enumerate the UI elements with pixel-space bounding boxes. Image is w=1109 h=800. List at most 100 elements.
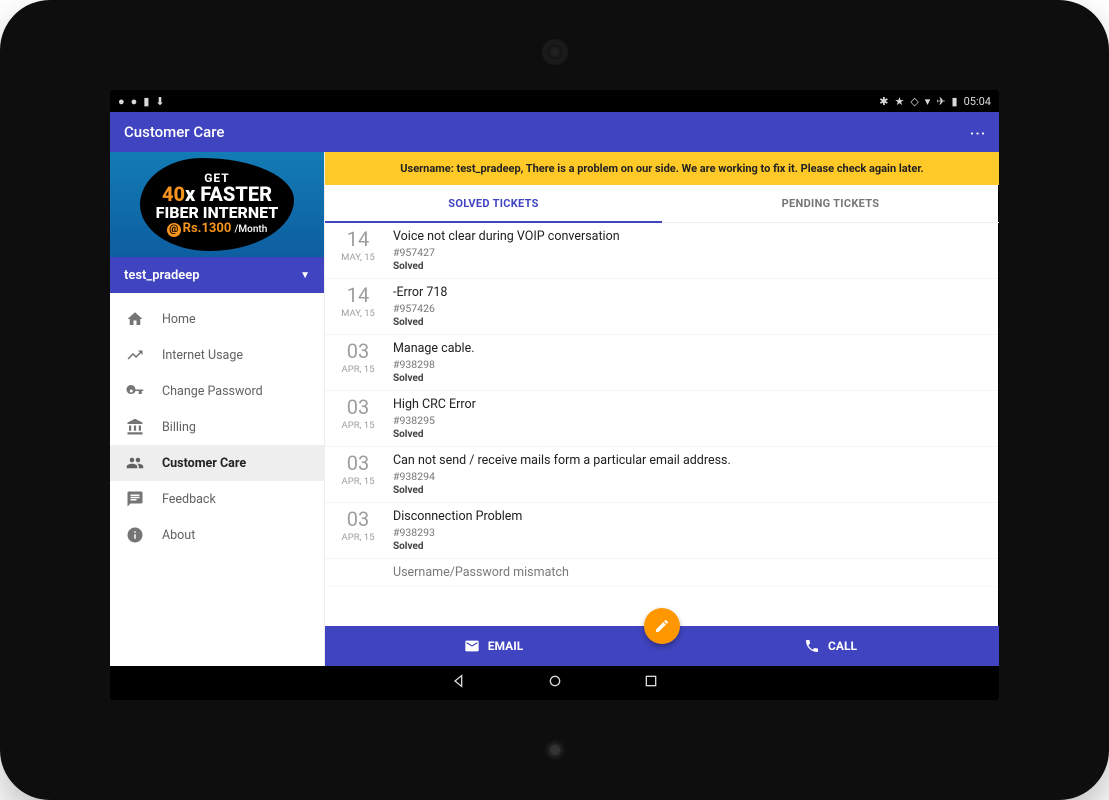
back-icon	[451, 673, 467, 689]
sidebar-item-label: Change Password	[162, 384, 263, 399]
email-button[interactable]: EMAIL	[325, 626, 662, 666]
tablet-frame: ● ● ▮ ⬇ ✱ ★ ◇ ▾ ✈ ▮ 05:04 Customer Care …	[0, 0, 1109, 800]
ticket-status: Solved	[393, 261, 983, 272]
mail-icon	[464, 638, 480, 654]
sidebar-item-internet-usage[interactable]: Internet Usage	[110, 337, 324, 373]
phone-icon	[804, 638, 820, 654]
key-icon	[126, 382, 144, 400]
ticket-status: Solved	[393, 429, 983, 440]
notification-icon: ●	[118, 95, 125, 108]
nav-recent-button[interactable]	[643, 673, 659, 693]
ticket-item[interactable]: Username/Password mismatch	[325, 559, 999, 587]
ticket-id: #938298	[393, 358, 983, 371]
trending-icon	[126, 346, 144, 364]
ticket-date: 03APR, 15	[333, 453, 383, 496]
feedback-icon	[126, 490, 144, 508]
ticket-title: Disconnection Problem	[393, 509, 983, 524]
wifi-icon: ▾	[925, 95, 931, 108]
sidebar-item-label: About	[162, 528, 195, 543]
info-icon	[126, 526, 144, 544]
star-icon: ★	[894, 95, 904, 108]
ticket-id: #938294	[393, 470, 983, 483]
sidebar-item-label: Customer Care	[162, 456, 246, 471]
tab-solved-tickets[interactable]: SOLVED TICKETS	[325, 185, 662, 222]
username-label: test_pradeep	[124, 268, 200, 283]
ticket-title: Voice not clear during VOIP conversation	[393, 229, 983, 244]
promo-line-price: @Rs.1300 /Month	[156, 222, 279, 237]
sidebar-item-label: Internet Usage	[162, 348, 243, 363]
sidebar-item-label: Home	[162, 312, 196, 327]
ticket-date: 14MAY, 15	[333, 285, 383, 328]
ticket-item[interactable]: 14MAY, 15 Voice not clear during VOIP co…	[325, 223, 999, 279]
chevron-down-icon: ▼	[300, 270, 310, 281]
airplane-icon: ✈	[936, 95, 945, 108]
sidebar-item-feedback[interactable]: Feedback	[110, 481, 324, 517]
user-dropdown[interactable]: test_pradeep ▼	[110, 257, 324, 293]
sidebar: GET 40x FASTER FIBER INTERNET @Rs.1300 /…	[110, 152, 325, 666]
ticket-status: Solved	[393, 541, 983, 552]
notification-icon: ●	[131, 95, 138, 108]
nav-home-button[interactable]	[547, 673, 563, 693]
status-bar: ● ● ▮ ⬇ ✱ ★ ◇ ▾ ✈ ▮ 05:04	[110, 90, 999, 112]
status-bar-right: ✱ ★ ◇ ▾ ✈ ▮ 05:04	[879, 95, 991, 108]
nav-list: Home Internet Usage Change Password Bill…	[110, 293, 324, 561]
ticket-id: #957427	[393, 246, 983, 259]
app-bar: Customer Care ⋮	[110, 112, 999, 152]
sidebar-item-customer-care[interactable]: Customer Care	[110, 445, 324, 481]
ticket-status: Solved	[393, 485, 983, 496]
download-icon: ⬇	[155, 95, 164, 108]
call-label: CALL	[828, 639, 857, 653]
android-nav-bar	[110, 666, 999, 700]
sidebar-item-label: Billing	[162, 420, 196, 435]
nav-back-button[interactable]	[451, 673, 467, 693]
ticket-date: 03APR, 15	[333, 509, 383, 552]
sdcard-icon: ▮	[143, 95, 149, 108]
sidebar-item-billing[interactable]: Billing	[110, 409, 324, 445]
compose-fab[interactable]	[644, 608, 680, 644]
ticket-date: 03APR, 15	[333, 397, 383, 440]
vibrate-icon: ◇	[910, 95, 918, 108]
email-label: EMAIL	[488, 639, 523, 653]
ticket-date	[333, 565, 383, 580]
ticket-item[interactable]: 03APR, 15 Manage cable. #938298 Solved	[325, 335, 999, 391]
sidebar-item-change-password[interactable]: Change Password	[110, 373, 324, 409]
ticket-item[interactable]: 03APR, 15 Can not send / receive mails f…	[325, 447, 999, 503]
promo-banner[interactable]: GET 40x FASTER FIBER INTERNET @Rs.1300 /…	[110, 152, 324, 257]
ticket-title: Can not send / receive mails form a part…	[393, 453, 983, 468]
main-content: Username: test_pradeep, There is a probl…	[325, 152, 999, 666]
ticket-item[interactable]: 14MAY, 15 -Error 718 #957426 Solved	[325, 279, 999, 335]
ticket-date: 03APR, 15	[333, 341, 383, 384]
status-bar-left: ● ● ▮ ⬇	[118, 95, 165, 108]
ticket-status: Solved	[393, 373, 983, 384]
tabs: SOLVED TICKETS PENDING TICKETS	[325, 185, 999, 223]
sidebar-item-label: Feedback	[162, 492, 216, 507]
ticket-title: High CRC Error	[393, 397, 983, 412]
ticket-item[interactable]: 03APR, 15 Disconnection Problem #938293 …	[325, 503, 999, 559]
bluetooth-icon: ✱	[879, 95, 888, 108]
sidebar-item-home[interactable]: Home	[110, 301, 324, 337]
promo-line-fiber: FIBER INTERNET	[156, 205, 279, 222]
ticket-title: -Error 718	[393, 285, 983, 300]
overflow-menu-icon[interactable]: ⋮	[969, 125, 988, 139]
app-title: Customer Care	[124, 123, 224, 141]
ticket-id: #957426	[393, 302, 983, 315]
ticket-status: Solved	[393, 317, 983, 328]
people-icon	[126, 454, 144, 472]
square-icon	[643, 673, 659, 689]
home-icon	[126, 310, 144, 328]
clock: 05:04	[964, 95, 991, 108]
battery-icon: ▮	[952, 95, 958, 108]
screen: ● ● ▮ ⬇ ✱ ★ ◇ ▾ ✈ ▮ 05:04 Customer Care …	[110, 90, 999, 700]
call-button[interactable]: CALL	[662, 626, 999, 666]
promo-line-faster: 40x FASTER	[156, 184, 279, 205]
ticket-title: Manage cable.	[393, 341, 983, 356]
alert-banner: Username: test_pradeep, There is a probl…	[325, 152, 999, 185]
ticket-title: Username/Password mismatch	[393, 565, 983, 580]
ticket-list[interactable]: 14MAY, 15 Voice not clear during VOIP co…	[325, 223, 999, 626]
tab-pending-tickets[interactable]: PENDING TICKETS	[662, 185, 999, 222]
ticket-date: 14MAY, 15	[333, 229, 383, 272]
sidebar-item-about[interactable]: About	[110, 517, 324, 553]
ticket-item[interactable]: 03APR, 15 High CRC Error #938295 Solved	[325, 391, 999, 447]
ticket-id: #938295	[393, 414, 983, 427]
action-bar: EMAIL CALL	[325, 626, 999, 666]
